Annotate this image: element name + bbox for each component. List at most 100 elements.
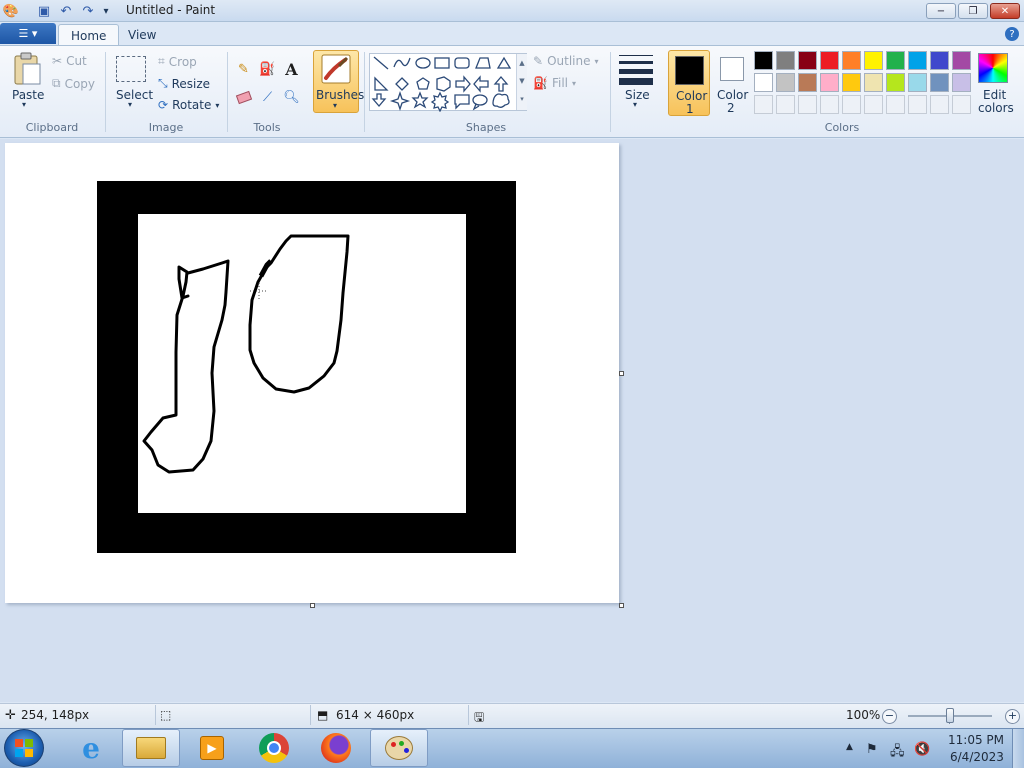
brush-icon	[321, 54, 351, 84]
volume-muted-icon[interactable]: 🔇	[914, 742, 930, 757]
rotate-button[interactable]: ⟳ Rotate ▾	[158, 98, 219, 112]
palette-color-swatch[interactable]	[886, 73, 905, 92]
action-center-flag-icon[interactable]: ⚑	[866, 742, 878, 757]
shapes-scroll[interactable]: ▲ ▼ ▾	[516, 54, 527, 110]
magnifier-icon[interactable]: 🔍︎	[281, 87, 302, 108]
custom-color-slot[interactable]	[908, 95, 927, 114]
save-icon[interactable]: ▣	[36, 3, 52, 19]
zoom-out-button[interactable]: −	[882, 709, 897, 724]
taskbar-firefox[interactable]	[307, 729, 365, 767]
custom-color-slot[interactable]	[798, 95, 817, 114]
minimize-button[interactable]: −	[926, 3, 956, 19]
shapes-gallery-icons[interactable]	[370, 54, 518, 113]
show-hidden-icons[interactable]: ▲	[846, 742, 853, 752]
custom-color-slot[interactable]	[930, 95, 949, 114]
canvas-size-icon: ⬒	[317, 708, 329, 722]
custom-color-slot[interactable]	[864, 95, 883, 114]
paste-button[interactable]: Paste	[12, 88, 44, 102]
custom-color-slot[interactable]	[776, 95, 795, 114]
start-button[interactable]	[4, 729, 44, 767]
palette-color-swatch[interactable]	[908, 51, 927, 70]
cut-button[interactable]: ✂ Cut	[52, 54, 87, 68]
color1-button[interactable]: Color 1	[668, 50, 710, 116]
resize-button[interactable]: ⤡ Resize	[158, 76, 210, 91]
color2-button[interactable]: Color 2	[712, 50, 752, 116]
custom-color-slot[interactable]	[820, 95, 839, 114]
palette-color-swatch[interactable]	[864, 51, 883, 70]
palette-color-swatch[interactable]	[952, 73, 971, 92]
brushes-button[interactable]: Brushes ▾	[313, 50, 364, 113]
paste-icon[interactable]	[12, 52, 42, 86]
taskbar-chrome[interactable]	[245, 729, 303, 767]
help-icon[interactable]: ?	[1005, 27, 1019, 41]
edit-colors-button[interactable]: Edit	[983, 88, 1006, 102]
taskbar-internet-explorer[interactable]: e	[62, 729, 120, 767]
taskbar-file-explorer[interactable]	[122, 729, 180, 767]
eraser-icon[interactable]	[233, 87, 254, 108]
resize-handle-bottom[interactable]	[310, 603, 315, 608]
palette-color-swatch[interactable]	[842, 73, 861, 92]
palette-color-swatch[interactable]	[798, 73, 817, 92]
select-icon[interactable]	[116, 56, 146, 82]
close-button[interactable]: ✕	[990, 3, 1020, 19]
taskbar-paint[interactable]	[370, 729, 428, 767]
fill-button[interactable]: ⛽ Fill ▾	[533, 76, 576, 90]
palette-color-swatch[interactable]	[820, 73, 839, 92]
palette-color-swatch[interactable]	[798, 51, 817, 70]
clock-date[interactable]: 6/4/2023	[950, 750, 1004, 764]
palette-color-swatch[interactable]	[952, 51, 971, 70]
text-tool-icon[interactable]: A	[281, 59, 302, 80]
size-dropdown-icon[interactable]: ▾	[633, 100, 637, 109]
edit-colors-label-2[interactable]: colors	[978, 101, 1014, 115]
palette-color-swatch[interactable]	[930, 73, 949, 92]
paint-app-icon[interactable]: 🎨	[3, 3, 19, 19]
palette-color-swatch[interactable]	[754, 73, 773, 92]
custom-color-slot[interactable]	[886, 95, 905, 114]
maximize-button[interactable]: ❐	[958, 3, 988, 19]
color2-swatch	[720, 57, 744, 81]
customize-quick-access-icon[interactable]: ▾	[98, 3, 114, 19]
outline-button[interactable]: ✎ Outline ▾	[533, 54, 599, 68]
custom-color-slot[interactable]	[842, 95, 861, 114]
tab-view[interactable]: View	[116, 24, 168, 46]
select-dropdown-icon[interactable]: ▾	[128, 100, 132, 109]
palette-color-swatch[interactable]	[864, 73, 883, 92]
palette-color-swatch[interactable]	[886, 51, 905, 70]
palette-color-swatch[interactable]	[930, 51, 949, 70]
paint-menu-button[interactable]: ☰ ▾	[0, 23, 56, 44]
copy-button[interactable]: ⧉ Copy	[52, 76, 95, 91]
show-desktop-button[interactable]	[1012, 729, 1024, 768]
size-button[interactable]: Size	[625, 88, 650, 102]
pencil-tool-icon[interactable]: ✎	[233, 59, 254, 80]
internet-explorer-icon: e	[82, 731, 100, 765]
palette-color-swatch[interactable]	[776, 73, 795, 92]
tab-home[interactable]: Home	[58, 24, 120, 46]
network-icon[interactable]: 🖧	[890, 742, 905, 764]
drawing-canvas[interactable]	[5, 143, 619, 603]
palette-color-swatch[interactable]	[842, 51, 861, 70]
palette-color-swatch[interactable]	[820, 51, 839, 70]
size-icon[interactable]	[619, 53, 653, 85]
redo-icon[interactable]: ↷	[80, 3, 96, 19]
select-button[interactable]: Select	[116, 88, 153, 102]
fill-bucket-icon[interactable]: ⛽	[257, 59, 278, 80]
brushes-dropdown-icon: ▾	[333, 101, 338, 110]
color-picker-icon[interactable]: ⟋	[257, 87, 278, 108]
edit-colors-icon[interactable]	[978, 53, 1008, 83]
zoom-slider-thumb[interactable]	[946, 708, 954, 723]
custom-color-slot[interactable]	[754, 95, 773, 114]
taskbar-media-player[interactable]: ▶	[183, 729, 241, 767]
crop-button[interactable]: ⌗ Crop	[158, 54, 197, 69]
ribbon-divider	[227, 52, 228, 132]
zoom-in-button[interactable]: +	[1005, 709, 1020, 724]
palette-color-swatch[interactable]	[908, 73, 927, 92]
selection-size-icon: ⬚	[160, 708, 172, 722]
resize-handle-corner[interactable]	[619, 603, 624, 608]
palette-color-swatch[interactable]	[776, 51, 795, 70]
clock-time[interactable]: 11:05 PM	[948, 733, 1004, 747]
undo-icon[interactable]: ↶	[58, 3, 74, 19]
paste-dropdown-icon[interactable]: ▾	[22, 100, 26, 109]
palette-color-swatch[interactable]	[754, 51, 773, 70]
custom-color-slot[interactable]	[952, 95, 971, 114]
resize-handle-right[interactable]	[619, 371, 624, 376]
